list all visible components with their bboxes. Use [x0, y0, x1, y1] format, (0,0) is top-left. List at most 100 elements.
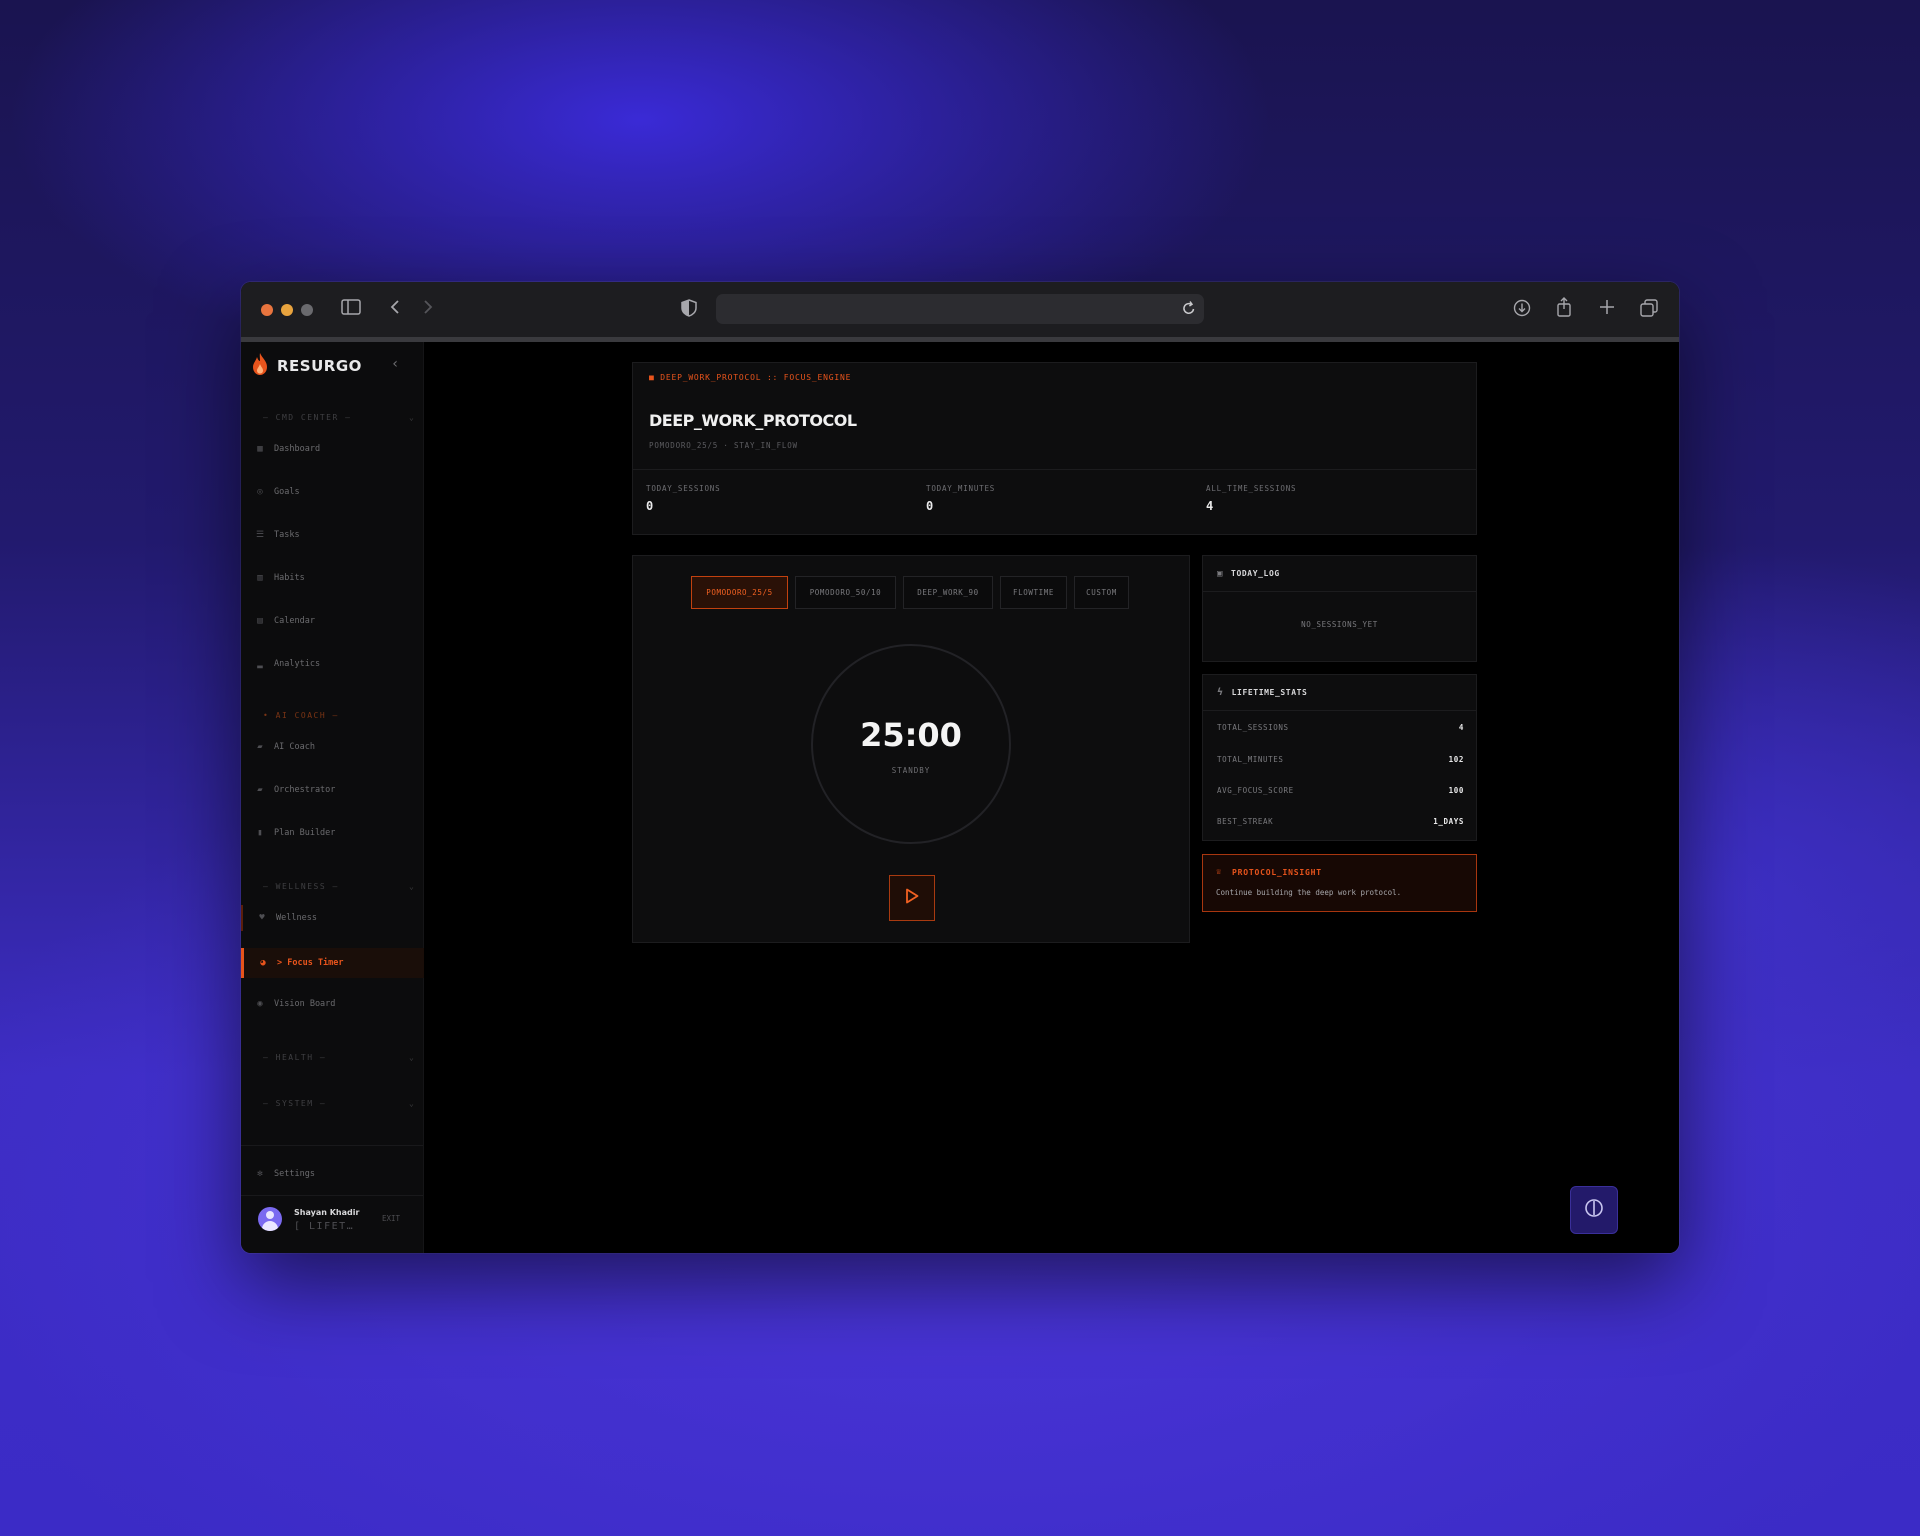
stat-label: TOTAL_MINUTES [1217, 755, 1284, 764]
new-tab-icon[interactable] [1599, 299, 1615, 320]
mode-tab-custom[interactable]: CUSTOM [1074, 576, 1129, 609]
sidebar-item-label: Vision Board [274, 999, 336, 1009]
share-icon[interactable] [1556, 297, 1572, 322]
sidebar-item-label: Orchestrator [274, 785, 336, 795]
flame-logo-icon [251, 352, 269, 380]
sidebar-item-settings[interactable]: ✻ Settings [241, 1161, 424, 1187]
trophy-icon: ♕ [1216, 867, 1222, 877]
sidebar-item-analytics[interactable]: ▂ Analytics [241, 651, 424, 677]
protocol-header: ■ DEEP_WORK_PROTOCOL :: FOCUS_ENGINE DEE… [632, 362, 1477, 535]
collapse-sidebar-icon[interactable]: ‹ [391, 356, 399, 372]
address-bar[interactable] [716, 294, 1204, 324]
sidebar-item-label: Analytics [274, 659, 321, 669]
sidebar-toggle-icon[interactable] [341, 299, 361, 320]
stat-label: ALL_TIME_SESSIONS [1206, 484, 1297, 493]
today-log-header: ▣ TODAY_LOG [1203, 556, 1476, 592]
sidebar-item-vision-board[interactable]: ◉ Vision Board [241, 991, 424, 1017]
forward-icon[interactable] [422, 299, 434, 320]
timer-panel: POMODORO_25/5 POMODORO_50/10 DEEP_WORK_9… [632, 555, 1190, 943]
gear-icon: ✻ [257, 1169, 263, 1179]
insight-text: Continue building the deep work protocol… [1216, 888, 1402, 897]
assistant-icon [1584, 1198, 1604, 1222]
lifetime-stats-header: ϟ LIFETIME_STATS [1203, 675, 1476, 711]
timer-display: 25:00 [860, 716, 962, 754]
floating-assistant-button[interactable] [1570, 1186, 1618, 1234]
sidebar-item-wellness[interactable]: ♥ Wellness [241, 905, 424, 931]
stat-label: BEST_STREAK [1217, 817, 1274, 826]
calendar-icon: ▤ [257, 616, 263, 626]
back-icon[interactable] [389, 299, 401, 320]
sidebar-item-focus-timer[interactable]: ◕ > Focus Timer [241, 948, 424, 978]
sidebar-item-ai-coach[interactable]: ▰ AI Coach [241, 734, 424, 760]
user-name: Shayan Khadir [294, 1208, 360, 1217]
section-system[interactable]: — SYSTEM — [263, 1099, 326, 1108]
sidebar-item-tasks[interactable]: ☰ Tasks [241, 522, 424, 548]
sidebar-item-orchestrator[interactable]: ▰ Orchestrator [241, 777, 424, 803]
grid-icon: ▦ [257, 444, 263, 454]
sidebar-item-label: > Focus Timer [277, 958, 344, 968]
timer-ring: 25:00 STANDBY [811, 644, 1011, 844]
chevron-down-icon[interactable]: ⌄ [409, 413, 414, 422]
reload-icon[interactable] [1182, 300, 1196, 320]
page-subtitle: POMODORO_25/5 · STAY_IN_FLOW [649, 441, 798, 450]
stat-value: 1_DAYS [1433, 817, 1464, 826]
sidebar-item-dashboard[interactable]: ▦ Dashboard [241, 436, 424, 462]
sidebar-item-label: Dashboard [274, 444, 321, 454]
user-plan: [ LIFET… [294, 1221, 355, 1232]
lifetime-stats-panel: ϟ LIFETIME_STATS TOTAL_SESSIONS 4 TOTAL_… [1202, 674, 1477, 841]
sidebar-item-label: Settings [274, 1169, 315, 1179]
chevron-down-icon[interactable]: ⌄ [409, 882, 414, 891]
chevron-down-icon[interactable]: ⌄ [409, 1053, 414, 1062]
log-icon: ▣ [1217, 568, 1224, 579]
sidebar-item-plan-builder[interactable]: ▮ Plan Builder [241, 820, 424, 846]
bolt-icon: ϟ [1217, 687, 1224, 698]
sidebar-item-label: Wellness [276, 913, 317, 923]
window-controls [261, 303, 313, 316]
empty-state: NO_SESSIONS_YET [1301, 620, 1378, 629]
mode-tab-deep-work-90[interactable]: DEEP_WORK_90 [903, 576, 993, 609]
target-icon: ◎ [257, 487, 263, 497]
analytics-icon: ▂ [257, 659, 263, 669]
stat-value: 102 [1448, 755, 1464, 764]
chevron-down-icon[interactable]: ⌄ [409, 1099, 414, 1108]
sidebar-item-calendar[interactable]: ▤ Calendar [241, 608, 424, 634]
divider [241, 1145, 423, 1146]
play-icon [905, 888, 919, 908]
exit-button[interactable]: EXIT [382, 1214, 400, 1223]
minimize-window-button[interactable] [281, 303, 293, 316]
mode-tab-pomodoro-50[interactable]: POMODORO_50/10 [795, 576, 896, 609]
avatar[interactable] [258, 1207, 282, 1231]
stat-label: TOTAL_SESSIONS [1217, 723, 1289, 732]
stat-value: 4 [1458, 723, 1464, 732]
shield-icon[interactable] [681, 299, 697, 322]
mode-tab-pomodoro-25[interactable]: POMODORO_25/5 [691, 576, 788, 609]
bar-chart-icon: ▥ [257, 573, 263, 583]
close-window-button[interactable] [261, 303, 273, 316]
sidebar-item-label: Habits [274, 573, 305, 583]
browser-window: RESURGO ‹ — CMD CENTER — ⌄ ▦ Dashboard ◎… [241, 282, 1679, 1253]
divider [241, 1195, 423, 1196]
section-health[interactable]: — HEALTH — [263, 1053, 326, 1062]
stat-today-sessions: 0 [646, 499, 654, 513]
sidebar-item-goals[interactable]: ◎ Goals [241, 479, 424, 505]
maximize-window-button[interactable] [301, 303, 313, 316]
download-icon[interactable] [1513, 299, 1531, 322]
stat-value: 100 [1448, 786, 1464, 795]
mode-tab-flowtime[interactable]: FLOWTIME [1000, 576, 1067, 609]
main-content: ■ DEEP_WORK_PROTOCOL :: FOCUS_ENGINE DEE… [425, 342, 1679, 1253]
breadcrumb: ■ DEEP_WORK_PROTOCOL :: FOCUS_ENGINE [649, 373, 852, 382]
stat-row: BEST_STREAK 1_DAYS [1217, 817, 1464, 826]
section-cmd-center[interactable]: — CMD CENTER — [263, 413, 351, 422]
section-ai-coach[interactable]: • AI COACH — [263, 711, 339, 720]
section-wellness[interactable]: — WELLNESS — [263, 882, 339, 891]
sidebar-item-habits[interactable]: ▥ Habits [241, 565, 424, 591]
start-timer-button[interactable] [889, 875, 935, 921]
message-icon: ▰ [257, 785, 263, 795]
browser-toolbar [241, 282, 1679, 342]
page-title: DEEP_WORK_PROTOCOL [649, 411, 857, 430]
app-sidebar: RESURGO ‹ — CMD CENTER — ⌄ ▦ Dashboard ◎… [241, 342, 424, 1253]
tab-overview-icon[interactable] [1640, 299, 1658, 322]
sidebar-item-label: AI Coach [274, 742, 315, 752]
timer-state: STANDBY [891, 766, 931, 775]
sidebar-item-label: Plan Builder [274, 828, 336, 838]
